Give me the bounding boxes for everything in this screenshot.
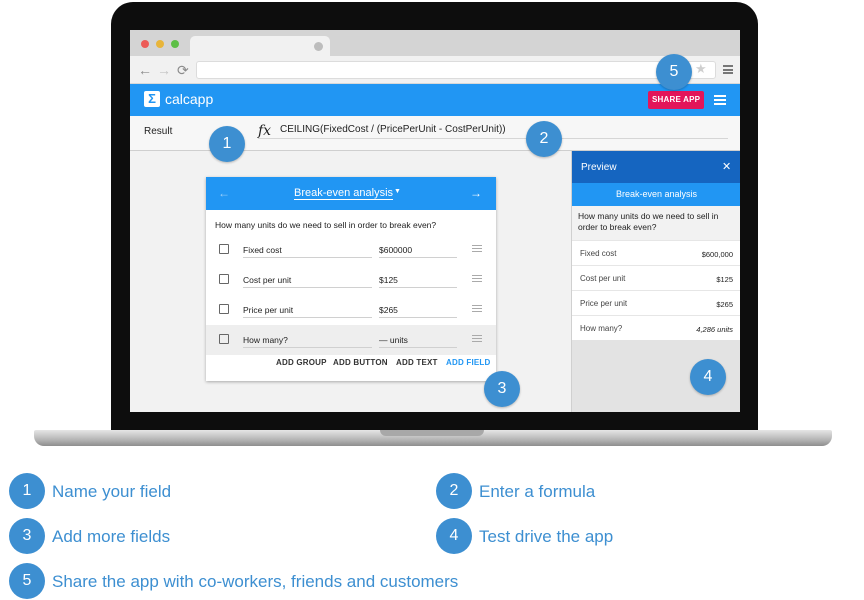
next-screen-arrow-icon[interactable]: → [470,186,482,200]
field-checkbox[interactable] [219,304,229,314]
app-name: calcapp [165,91,214,107]
field-name-underline [243,317,372,318]
window-maximize-dot[interactable] [171,40,179,48]
field-checkbox[interactable] [219,244,229,254]
field-value[interactable]: $125 [379,275,398,285]
preview-question: How many units do we need to sell in ord… [572,206,740,240]
share-app-button[interactable]: SHARE APP [648,91,705,109]
dropdown-caret-icon[interactable]: ▼ [394,188,401,195]
editor-question-text[interactable]: How many units do we need to sell in ord… [215,220,436,230]
field-row[interactable]: Fixed cost $600000 [206,235,496,265]
field-name-underline [243,257,372,258]
preview-row-value[interactable]: $600,000 [702,250,733,259]
formula-input[interactable]: CEILING(FixedCost / (PricePerUnit - Cost… [280,124,506,135]
callout-2-formula: 2 [526,121,562,157]
browser-tab[interactable] [190,36,330,56]
tab-close-icon[interactable] [314,42,323,51]
preview-row-label: Price per unit [580,299,628,308]
preview-row[interactable]: Fixed cost $600,000 [572,240,740,265]
field-name[interactable]: Price per unit [243,305,293,315]
preview-row: How many? 4,286 units [572,315,740,340]
app-bar: Σ calcapp SHARE APP [130,84,740,116]
editor-actions: ADD GROUP ADD BUTTON ADD TEXT ADD FIELD [206,358,496,372]
field-name-underline [243,287,372,288]
preview-row-value: 4,286 units [696,325,733,334]
preview-row-label: How many? [580,324,623,333]
drag-handle-icon[interactable] [472,335,482,342]
legend-number-5: 5 [9,563,45,599]
add-button-button[interactable]: ADD BUTTON [333,358,388,367]
preview-row-value[interactable]: $265 [716,300,733,309]
drag-handle-icon[interactable] [472,305,482,312]
field-name[interactable]: How many? [243,335,288,345]
browser-menu-icon[interactable] [723,65,733,74]
screen-title-dropdown[interactable]: Break-even analysis [294,187,394,200]
fx-icon: fx [258,123,272,139]
callout-5-share: 5 [656,54,692,90]
preview-row-value[interactable]: $125 [716,275,733,284]
field-value: — units [379,335,408,345]
field-name-input[interactable]: Result [144,126,172,137]
field-name-underline [243,347,372,348]
legend-text-4: Test drive the app [479,527,614,546]
field-row-selected[interactable]: How many? — units [206,325,496,355]
preview-row[interactable]: Price per unit $265 [572,290,740,315]
field-value-underline [379,287,457,288]
preview-row[interactable]: Cost per unit $125 [572,265,740,290]
callout-1-name-field: 1 [209,126,245,162]
preview-header: Preview ✕ [572,151,740,183]
legend-number-1: 1 [9,473,45,509]
close-icon[interactable]: ✕ [722,160,731,173]
field-value[interactable]: $265 [379,305,398,315]
laptop-notch [380,430,484,436]
field-checkbox[interactable] [219,274,229,284]
field-checkbox[interactable] [219,334,229,344]
editor-card-header: ← Break-even analysis ▼ → [206,177,496,210]
add-group-button[interactable]: ADD GROUP [276,358,327,367]
window-minimize-dot[interactable] [156,40,164,48]
field-value-underline [379,347,457,348]
legend-text-1: Name your field [52,482,172,501]
window-close-dot[interactable] [141,40,149,48]
legend-text-2: Enter a formula [479,482,596,501]
legend-text-5: Share the app with co-workers, friends a… [52,572,459,591]
field-value-underline [379,257,457,258]
calcapp-logo-icon: Σ [144,91,160,107]
field-row[interactable]: Price per unit $265 [206,295,496,325]
bookmark-star-icon[interactable]: ★ [695,61,707,77]
preview-row-label: Fixed cost [580,249,617,258]
add-text-button[interactable]: ADD TEXT [396,358,438,367]
drag-handle-icon[interactable] [472,245,482,252]
address-bar[interactable] [196,61,716,79]
callout-4-preview: 4 [690,359,726,395]
preview-app-title: Break-even analysis [572,183,740,206]
reload-icon[interactable]: ⟳ [177,62,189,78]
back-arrow-icon[interactable]: ← [138,62,152,78]
hamburger-menu-icon[interactable] [714,95,726,105]
formula-underline [258,138,728,139]
field-name[interactable]: Fixed cost [243,245,282,255]
laptop-screen: ← → ⟳ ★ Σ calcapp SHARE APP Result fx CE… [130,30,740,412]
field-name[interactable]: Cost per unit [243,275,291,285]
forward-arrow-icon[interactable]: → [157,62,171,78]
field-value[interactable]: $600000 [379,245,412,255]
drag-handle-icon[interactable] [472,275,482,282]
preview-row-label: Cost per unit [580,274,626,283]
legend-number-4: 4 [436,518,472,554]
legend-number-2: 2 [436,473,472,509]
legend-number-3: 3 [9,518,45,554]
field-row[interactable]: Cost per unit $125 [206,265,496,295]
previous-screen-arrow-icon[interactable]: ← [218,186,230,200]
callout-3-add-fields: 3 [484,371,520,407]
add-field-button[interactable]: ADD FIELD [446,358,490,367]
browser-toolbar: ← → ⟳ ★ [130,56,740,84]
field-value-underline [379,317,457,318]
browser-tab-bar [130,30,740,56]
editor-card: ← Break-even analysis ▼ → How many units… [206,177,496,381]
legend-text-3: Add more fields [52,527,171,546]
preview-title: Preview [581,162,617,173]
